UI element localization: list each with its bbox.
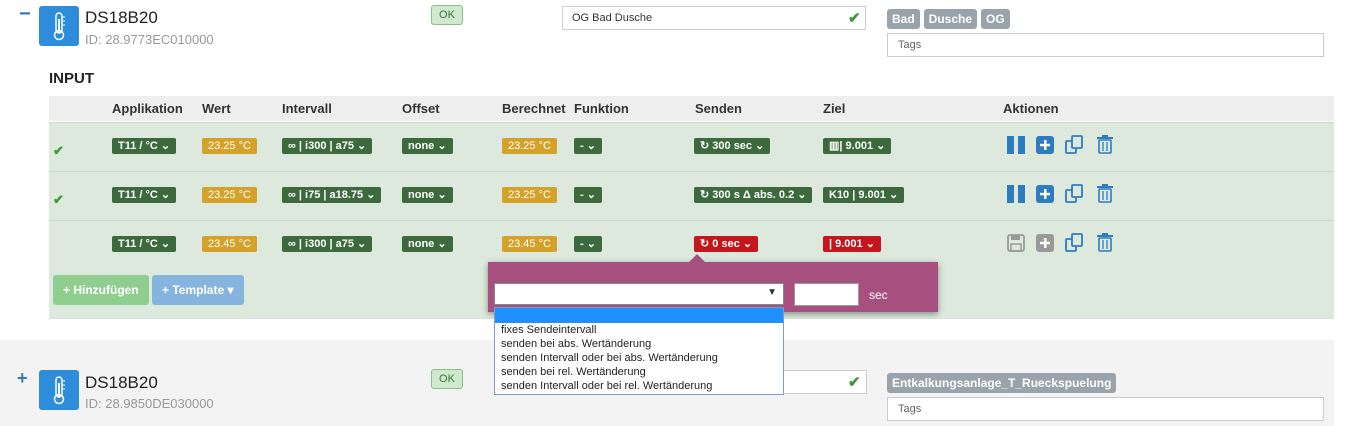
status-ok-button[interactable]: OK (431, 5, 463, 25)
trash-icon[interactable] (1097, 135, 1113, 157)
section-title-input: INPUT (49, 70, 94, 87)
value-badge: 23.25 °C (202, 138, 257, 154)
col-header: Funktion (574, 101, 629, 116)
target-select[interactable]: | 9.001 ⌄ (823, 236, 881, 252)
location-input[interactable]: OG Bad Dusche (562, 6, 866, 30)
tag-badge[interactable]: OG (981, 9, 1010, 29)
col-header: Intervall (282, 101, 332, 116)
tag-badge[interactable]: Dusche (923, 9, 978, 29)
interval-select[interactable]: ∞ | i75 | a18.75 ⌄ (282, 187, 382, 203)
list-icon: ▥ (829, 140, 840, 152)
application-select[interactable]: T11 / °C ⌄ (112, 187, 177, 203)
copy-icon[interactable] (1065, 233, 1085, 256)
add-icon[interactable] (1036, 185, 1054, 206)
refresh-icon: ↻ (700, 140, 713, 152)
pause-icon[interactable] (1007, 136, 1025, 157)
send-label: 0 sec ⌄ (712, 238, 753, 250)
dropdown-option[interactable]: senden bei abs. Wertänderung (495, 337, 783, 351)
tags-input[interactable]: Tags (887, 33, 1324, 57)
offset-select[interactable]: none ⌄ (402, 187, 453, 203)
device-id: ID: 28.9773EC010000 (85, 32, 214, 47)
collapse-toggle[interactable]: − (19, 4, 31, 24)
offset-select[interactable]: none ⌄ (402, 138, 453, 154)
table-header (49, 96, 1334, 121)
send-select[interactable]: ↻ 300 s Δ abs. 0.2 ⌄ (694, 187, 813, 203)
interval-select[interactable]: ∞ | i300 | a75 ⌄ (282, 236, 373, 252)
offset-select[interactable]: none ⌄ (402, 236, 453, 252)
tags-input[interactable]: Tags (887, 397, 1324, 421)
caret-down-icon: ▼ (767, 287, 777, 298)
dropdown-option[interactable]: fixes Sendeintervall (495, 323, 783, 337)
add-input-button[interactable]: + Hinzufügen (53, 275, 149, 305)
send-mode-options: fixes Sendeintervall senden bei abs. Wer… (494, 307, 784, 395)
valid-check-icon: ✔ (848, 10, 861, 27)
caret-down-icon: ▾ (224, 283, 234, 297)
trash-icon[interactable] (1097, 233, 1113, 255)
device-name: DS18B20 (85, 8, 158, 27)
send-mode-select[interactable]: ▼ (494, 283, 784, 305)
copy-icon[interactable] (1065, 184, 1085, 207)
target-select[interactable]: ▥| 9.001 ⌄ (823, 138, 892, 154)
computed-badge: 23.25 °C (502, 138, 557, 154)
target-select[interactable]: K10 | 9.001 ⌄ (823, 187, 905, 203)
template-label: Template (172, 283, 225, 297)
page-scrollbar[interactable] (1342, 0, 1357, 426)
pause-icon[interactable] (1007, 185, 1025, 206)
value-badge: 23.25 °C (202, 187, 257, 203)
thermometer-icon (39, 370, 79, 410)
function-select[interactable]: - ⌄ (574, 138, 602, 154)
valid-check-icon: ✔ (848, 374, 861, 391)
add-icon[interactable] (1036, 136, 1054, 157)
expand-toggle[interactable]: + (17, 368, 28, 388)
popover-arrow (689, 254, 705, 262)
col-header: Applikation (112, 101, 183, 116)
save-icon[interactable] (1007, 234, 1025, 255)
computed-badge: 23.25 °C (502, 187, 557, 203)
col-header: Offset (402, 101, 440, 116)
application-select[interactable]: T11 / °C ⌄ (112, 138, 177, 154)
plus-icon: + (162, 283, 173, 297)
copy-icon[interactable] (1065, 135, 1085, 158)
computed-badge: 23.45 °C (502, 236, 557, 252)
dropdown-option[interactable]: senden Intervall oder bei abs. Wertänder… (495, 351, 783, 365)
col-header: Senden (695, 101, 742, 116)
send-label: 300 sec ⌄ (712, 140, 765, 152)
active-check-icon: ✔ (53, 192, 64, 207)
add-icon[interactable] (1036, 234, 1054, 255)
send-select[interactable]: ↻ 300 sec ⌄ (694, 138, 771, 154)
col-header: Berechnet (502, 101, 566, 116)
col-header: Aktionen (1003, 101, 1059, 116)
unit-label: sec (869, 288, 888, 302)
tag-badge[interactable]: Bad (887, 9, 920, 29)
value-badge: 23.45 °C (202, 236, 257, 252)
status-ok-button[interactable]: OK (431, 369, 463, 389)
plus-icon: + (63, 283, 74, 297)
add-input-label: Hinzufügen (73, 283, 139, 297)
function-select[interactable]: - ⌄ (574, 187, 602, 203)
application-select[interactable]: T11 / °C ⌄ (112, 236, 177, 252)
target-label: | 9.001 ⌄ (839, 140, 886, 152)
device-name: DS18B20 (85, 373, 158, 392)
refresh-icon: ↻ (700, 238, 713, 250)
dropdown-option[interactable] (495, 308, 783, 323)
template-button[interactable]: + Template ▾ (152, 275, 244, 305)
function-select[interactable]: - ⌄ (574, 236, 602, 252)
interval-select[interactable]: ∞ | i300 | a75 ⌄ (282, 138, 373, 154)
send-interval-input[interactable] (794, 283, 859, 306)
col-header: Ziel (823, 101, 846, 116)
dropdown-option[interactable]: senden bei rel. Wertänderung (495, 365, 783, 379)
tag-list: Bad Dusche OG (887, 9, 1010, 29)
send-label: 300 s Δ abs. 0.2 ⌄ (712, 189, 807, 201)
col-header: Wert (202, 101, 231, 116)
device-id: ID: 28.9850DE030000 (85, 396, 214, 411)
thermometer-icon (39, 6, 79, 46)
active-check-icon: ✔ (53, 143, 64, 158)
dropdown-option[interactable]: senden Intervall oder bei rel. Wertänder… (495, 379, 783, 393)
trash-icon[interactable] (1097, 184, 1113, 206)
refresh-icon: ↻ (700, 189, 713, 201)
send-select[interactable]: ↻ 0 sec ⌄ (694, 236, 759, 252)
tag-badge[interactable]: Entkalkungsanlage_T_Rueckspuelung (887, 373, 1117, 393)
